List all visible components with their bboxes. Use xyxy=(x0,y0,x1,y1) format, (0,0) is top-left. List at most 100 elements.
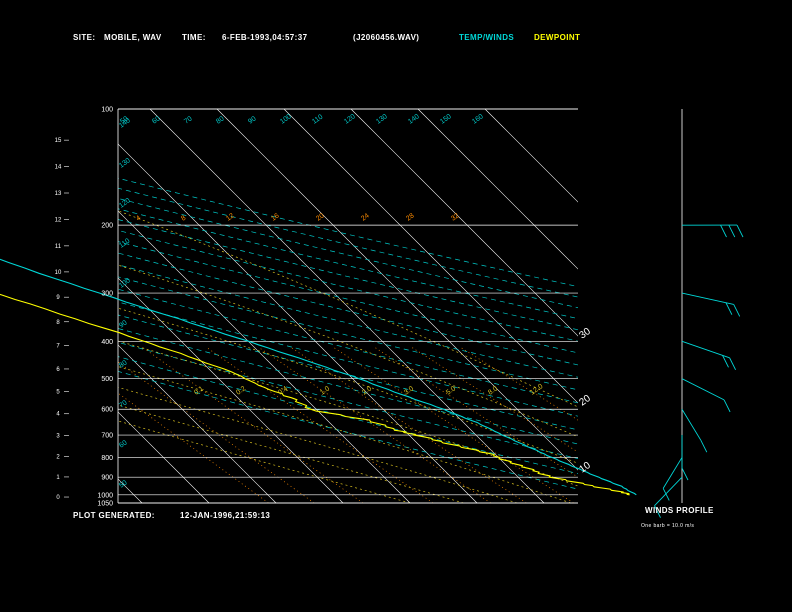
dry-adiabat-line xyxy=(118,356,578,475)
mixing-ratio-line xyxy=(118,392,269,503)
wind-staff xyxy=(654,476,683,507)
wind-barb xyxy=(700,439,708,453)
height-tick-label: 5 xyxy=(56,390,60,396)
dry-adiabat-label: 60 xyxy=(151,115,161,125)
wind-barb xyxy=(662,488,670,501)
isotherm-right-label: 30 xyxy=(577,326,593,342)
mixing-ratio-label: 4 xyxy=(135,215,142,223)
pressure-tick-label: 1000 xyxy=(97,492,113,499)
dry-adiabat-label: 120 xyxy=(343,113,357,125)
dry-adiabat-label: 100 xyxy=(279,113,293,125)
dry-adiabat-line xyxy=(118,341,578,459)
pressure-tick-label: 400 xyxy=(101,339,113,346)
mixing-ratio-label: 24 xyxy=(360,212,370,222)
moist-adiabat-label: 3.0 xyxy=(403,385,415,396)
mixing-ratio-line xyxy=(118,361,315,503)
isotherm-line xyxy=(417,109,578,270)
moist-adiabat-line xyxy=(118,366,571,503)
moist-adiabat-line xyxy=(118,264,578,438)
height-tick-label: 12 xyxy=(55,217,62,223)
isotherm-line xyxy=(484,109,578,203)
isotherm-line xyxy=(283,109,578,404)
dry-adiabat-label: 70 xyxy=(183,115,193,125)
pressure-tick-label: 600 xyxy=(101,407,113,414)
height-tick-label: 1 xyxy=(56,475,60,481)
height-tick-label: 10 xyxy=(55,270,62,276)
winds-profile-title: WINDS PROFILE xyxy=(645,506,714,515)
mixing-ratio-line xyxy=(411,346,578,453)
moist-adiabat-label: 0.2 xyxy=(235,385,247,396)
pressure-tick-label: 200 xyxy=(101,223,113,230)
dry-adiabat-label: 130 xyxy=(375,113,389,125)
moist-adiabat-label: 2.0 xyxy=(361,385,373,396)
isotherm-line xyxy=(118,210,411,503)
isotherm-line xyxy=(118,411,210,503)
isotherm-right-label: 10 xyxy=(577,460,593,476)
pressure-tick-label: 500 xyxy=(101,376,113,383)
dry-adiabat-line xyxy=(118,370,578,490)
moist-adiabat-label: 1.0 xyxy=(319,385,331,396)
height-tick-label: 13 xyxy=(55,191,62,197)
wind-barb xyxy=(729,357,737,371)
dry-adiabat-label: 90 xyxy=(247,115,257,125)
plot-generated-value: 12-JAN-1996,21:59:13 xyxy=(180,511,271,520)
dry-adiabat-left-label: 100 xyxy=(118,277,132,289)
mixing-ratio-label: 20 xyxy=(315,212,325,222)
moist-adiabat-line xyxy=(118,386,518,503)
mixing-ratio-line xyxy=(258,346,491,503)
mixing-ratio-label: 32 xyxy=(450,212,460,222)
dry-adiabat-label: 80 xyxy=(215,115,225,125)
dry-adiabat-label: 110 xyxy=(311,113,324,125)
dry-adiabat-left-label: 110 xyxy=(118,237,131,249)
dry-adiabat-label: 150 xyxy=(439,113,453,125)
isotherm-line xyxy=(149,109,545,503)
wind-barb xyxy=(728,224,736,238)
wind-staff xyxy=(662,457,683,489)
pressure-tick-label: 300 xyxy=(101,291,113,298)
mixing-ratio-label: 8 xyxy=(180,215,187,223)
skew-t-diagram: 1002003004005006007008009001000105001234… xyxy=(0,107,744,518)
moist-adiabat-line xyxy=(118,307,578,464)
isotherm-line xyxy=(118,277,344,503)
mixing-ratio-label: 16 xyxy=(270,212,280,222)
wind-barb xyxy=(725,302,733,315)
height-tick-label: 11 xyxy=(55,244,62,250)
mixing-ratio-label: 28 xyxy=(405,212,415,222)
dry-adiabat-left-label: 80 xyxy=(118,359,128,369)
temperature-trace xyxy=(0,258,637,496)
moist-adiabat-label: 0.1 xyxy=(193,385,205,396)
moist-adiabat-label: 5.0 xyxy=(445,385,457,396)
isotherm-right-label: 20 xyxy=(577,393,593,409)
mixing-ratio-label: 12 xyxy=(225,212,235,222)
mixing-ratio-line xyxy=(290,346,527,503)
height-tick-label: 14 xyxy=(55,165,62,171)
height-tick-label: 6 xyxy=(56,367,60,373)
isotherm-line xyxy=(216,109,578,471)
winds-profile-note: One barb = 10.0 m/s xyxy=(641,523,695,529)
wind-barb xyxy=(723,399,731,413)
pressure-tick-label: 800 xyxy=(101,455,113,462)
height-tick-label: 0 xyxy=(56,495,60,501)
dry-adiabat-label: 140 xyxy=(407,113,421,125)
dry-adiabat-left-label: 90 xyxy=(118,319,128,329)
dry-adiabat-left-label: 70 xyxy=(118,399,128,409)
wind-barb xyxy=(720,224,727,238)
isotherm-line xyxy=(350,109,578,337)
dry-adiabat-left-label: 130 xyxy=(118,157,132,169)
wind-barb xyxy=(681,467,689,481)
dry-adiabat-left-label: 60 xyxy=(118,439,128,449)
dry-adiabat-left-label: 120 xyxy=(118,197,132,209)
sounding-traces xyxy=(0,258,637,496)
wind-staff xyxy=(681,378,725,401)
wind-barb xyxy=(736,224,744,238)
height-tick-label: 8 xyxy=(56,320,60,326)
height-tick-label: 4 xyxy=(56,412,60,418)
wind-barb xyxy=(733,304,741,317)
axis-labels: 1002003004005006007008009001000105001234… xyxy=(55,107,594,508)
height-tick-label: 15 xyxy=(55,138,62,144)
winds-profile xyxy=(654,109,744,518)
pressure-tick-label: 700 xyxy=(101,433,113,440)
wind-staff xyxy=(681,408,702,441)
pressure-tick-label: 1050 xyxy=(97,501,113,508)
plot-generated-label: PLOT GENERATED: xyxy=(73,511,155,520)
